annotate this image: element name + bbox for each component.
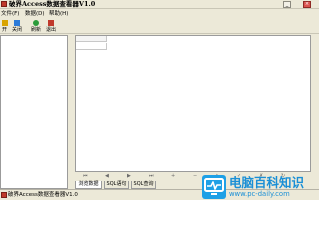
close-file-label: 关闭 bbox=[11, 27, 22, 33]
tab-browse-data[interactable]: 浏览数据 bbox=[75, 181, 102, 189]
close-button[interactable]: × bbox=[303, 1, 311, 8]
data-grid[interactable] bbox=[75, 35, 311, 172]
nav-insert-icon[interactable]: + bbox=[171, 173, 175, 179]
tab-sql-query[interactable]: SQL查询 bbox=[131, 181, 156, 189]
menu-help[interactable]: 帮助(H) bbox=[49, 10, 68, 18]
refresh-button[interactable]: 刷新 bbox=[29, 19, 43, 34]
status-text: 破界Access数据查看器V1.0 bbox=[8, 192, 78, 198]
close-file-button[interactable]: 关闭 bbox=[10, 19, 24, 34]
open-label: 开 bbox=[1, 27, 7, 33]
exit-icon bbox=[48, 20, 54, 26]
grid-cell[interactable] bbox=[76, 43, 107, 50]
menu-bar: 文件(F) 数据(D) 帮助(H) bbox=[0, 10, 319, 18]
monitor-logo-icon bbox=[202, 175, 226, 199]
menu-data[interactable]: 数据(D) bbox=[25, 10, 45, 18]
nav-delete-icon[interactable]: − bbox=[193, 173, 197, 179]
exit-button[interactable]: 退出 bbox=[44, 19, 58, 34]
toolbar: 开 关闭 刷新 退出 bbox=[0, 19, 319, 34]
nav-last-icon[interactable]: ⏭ bbox=[149, 173, 154, 179]
exit-label: 退出 bbox=[45, 27, 56, 33]
open-button[interactable]: 开 bbox=[0, 19, 9, 34]
minimize-button[interactable]: _ bbox=[283, 1, 291, 8]
nav-next-icon[interactable]: ▶ bbox=[127, 173, 131, 179]
grid-column-header[interactable] bbox=[76, 36, 107, 42]
tab-sql-statement[interactable]: SQL语句 bbox=[104, 181, 129, 189]
watermark-logo: 电脑百科知识 www.pc-daily.com bbox=[202, 175, 319, 200]
status-app-icon bbox=[1, 192, 7, 198]
menu-file[interactable]: 文件(F) bbox=[1, 10, 19, 18]
refresh-label: 刷新 bbox=[30, 27, 41, 33]
app-icon bbox=[1, 1, 7, 7]
nav-first-icon[interactable]: ⏮ bbox=[83, 173, 88, 179]
refresh-icon bbox=[33, 20, 39, 26]
title-bar[interactable]: 破界Access数据查看器V1.0 _ × bbox=[0, 0, 319, 9]
app-window: 破界Access数据查看器V1.0 _ × 文件(F) 数据(D) 帮助(H) … bbox=[0, 0, 319, 200]
table-tree-pane[interactable] bbox=[0, 35, 68, 189]
open-folder-icon bbox=[1, 20, 8, 26]
watermark-title: 电脑百科知识 bbox=[229, 175, 305, 190]
close-file-icon bbox=[14, 20, 20, 26]
watermark-url: www.pc-daily.com bbox=[229, 190, 290, 198]
window-title: 破界Access数据查看器V1.0 bbox=[9, 0, 96, 8]
nav-prev-icon[interactable]: ◀ bbox=[105, 173, 109, 179]
